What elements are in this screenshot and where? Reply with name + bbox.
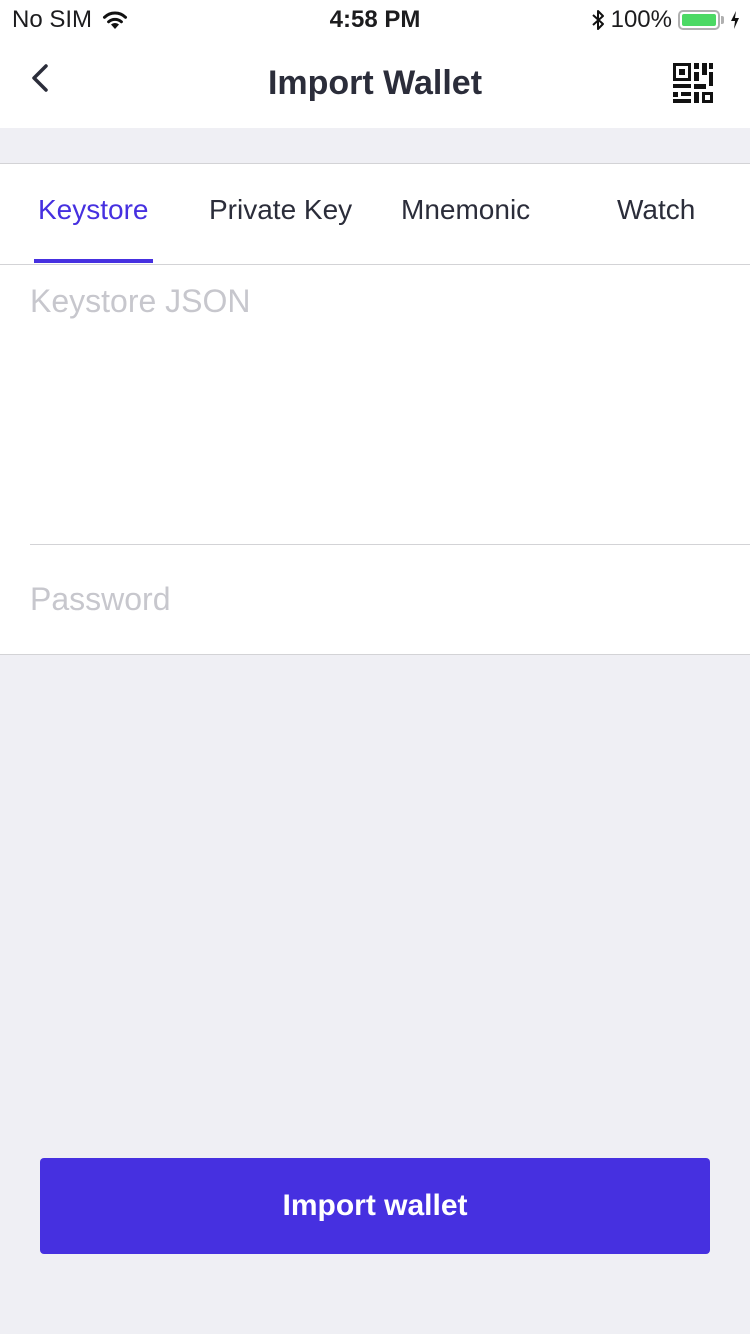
battery-percent: 100% <box>610 6 672 33</box>
status-right: 100% <box>585 6 740 34</box>
active-tab-indicator <box>34 259 153 263</box>
nav-bar: Import Wallet <box>0 40 750 128</box>
import-form <box>0 265 750 655</box>
tab-private-key[interactable]: Private Key <box>209 194 352 226</box>
bluetooth-icon <box>591 10 604 30</box>
password-field[interactable] <box>30 575 730 623</box>
field-divider <box>30 544 750 545</box>
tab-mnemonic[interactable]: Mnemonic <box>401 194 530 226</box>
import-method-tabs: Keystore Private Key Mnemonic Watch <box>0 164 750 265</box>
keystore-json-input[interactable] <box>30 283 730 523</box>
battery-level <box>682 14 716 26</box>
qr-code-icon <box>673 63 713 103</box>
import-wallet-button[interactable]: Import wallet <box>40 1158 710 1254</box>
status-bar: No SIM 4:58 PM 100% <box>0 0 750 40</box>
page-title: Import Wallet <box>267 64 483 102</box>
battery-icon <box>678 10 720 30</box>
tab-watch[interactable]: Watch <box>617 194 695 226</box>
battery-cap <box>721 16 724 24</box>
scan-qr-button[interactable] <box>672 62 714 104</box>
tab-keystore[interactable]: Keystore <box>38 194 149 226</box>
section-spacer <box>0 128 750 164</box>
charging-icon <box>731 11 739 29</box>
